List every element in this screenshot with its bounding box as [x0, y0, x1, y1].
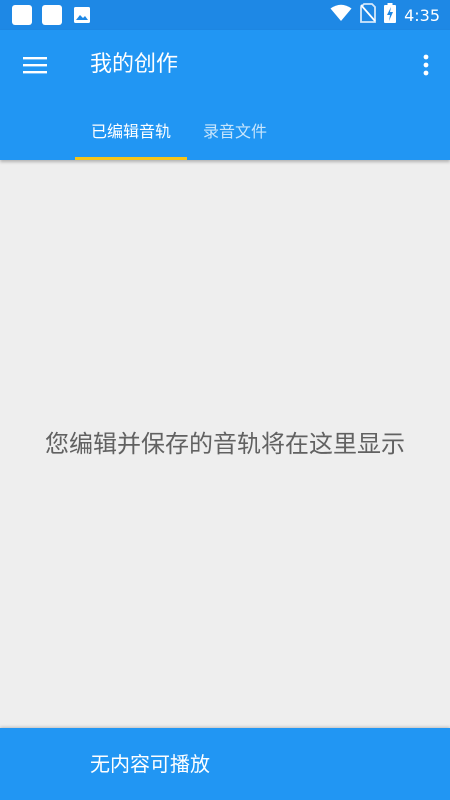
hamburger-menu-icon — [23, 57, 47, 74]
wifi-icon — [330, 4, 352, 26]
tab-edited-tracks[interactable]: 已编辑音轨 — [75, 100, 188, 160]
system-icons: 4:35 — [330, 3, 440, 27]
page-title: 我的创作 — [90, 52, 179, 77]
tab-bar: 已编辑音轨 录音文件 — [75, 100, 283, 160]
clock: 4:35 — [404, 5, 440, 25]
tab-recordings[interactable]: 录音文件 — [187, 100, 283, 160]
player-bar[interactable]: 无内容可播放 — [0, 728, 450, 800]
tab-label: 录音文件 — [203, 122, 268, 141]
menu-button[interactable] — [18, 48, 52, 82]
notification-square-icon — [12, 5, 32, 25]
notification-square-icon — [42, 5, 62, 25]
image-icon — [72, 5, 92, 25]
empty-message: 您编辑并保存的音轨将在这里显示 — [45, 430, 405, 458]
status-bar: 4:35 — [0, 0, 450, 30]
more-vert-icon — [423, 54, 429, 76]
notification-icons — [12, 5, 92, 25]
battery-charging-icon — [384, 3, 397, 27]
overflow-menu-button[interactable] — [416, 48, 436, 82]
empty-state: 您编辑并保存的音轨将在这里显示 — [0, 160, 450, 728]
player-status-label: 无内容可播放 — [90, 752, 210, 776]
tab-label: 已编辑音轨 — [91, 122, 172, 141]
app-bar: 我的创作 已编辑音轨 录音文件 — [0, 30, 450, 160]
no-sim-icon — [360, 3, 376, 27]
